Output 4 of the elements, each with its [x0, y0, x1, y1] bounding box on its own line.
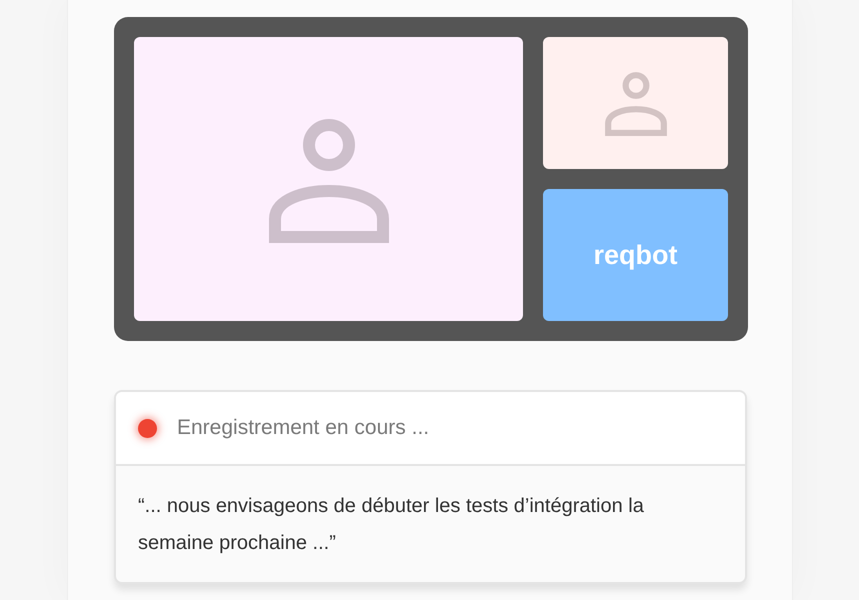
recording-status: Enregistrement en cours ... — [177, 415, 430, 442]
bot-name: reqbot — [594, 238, 678, 272]
person-icon — [602, 70, 668, 136]
transcript-quote: “... nous envisageons de débuter les tests d’intégration la semaine prochaine ...” — [138, 495, 644, 554]
